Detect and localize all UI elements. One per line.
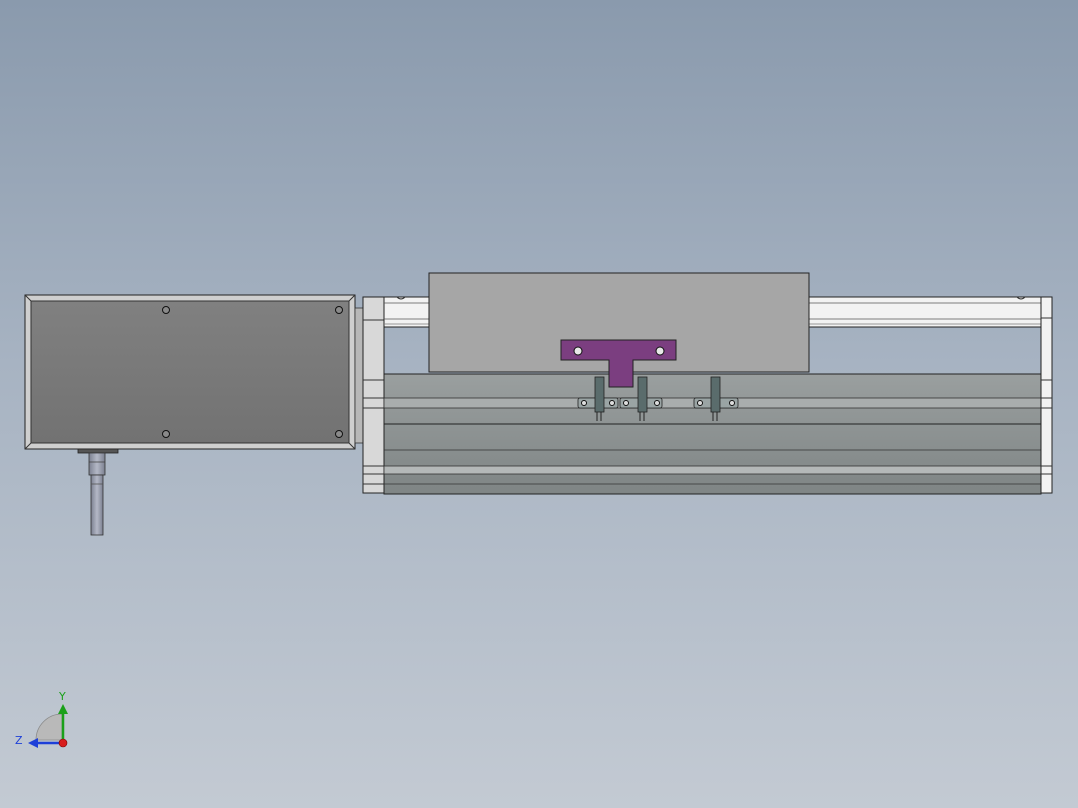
- y-axis-arrowhead: [58, 704, 68, 714]
- bracket-hole: [573, 346, 583, 356]
- bracket-hole: [655, 346, 665, 356]
- x-axis-dot: [58, 738, 68, 748]
- screw-hole: [162, 430, 170, 438]
- reference-triad[interactable]: Y Z: [15, 690, 68, 748]
- triad-y-label: Y: [58, 690, 66, 703]
- z-axis-arrowhead: [28, 738, 38, 748]
- triad-arc: [35, 713, 63, 741]
- screw-hole: [335, 306, 343, 314]
- screw-hole: [162, 306, 170, 314]
- motor-housing[interactable]: [24, 294, 356, 450]
- cad-model-view[interactable]: Y Z: [0, 0, 1078, 808]
- screw-hole: [335, 430, 343, 438]
- motor-cable-connector[interactable]: [77, 448, 119, 536]
- triad-z-label: Z: [15, 734, 23, 747]
- graphics-viewport[interactable]: Y Z: [0, 0, 1078, 808]
